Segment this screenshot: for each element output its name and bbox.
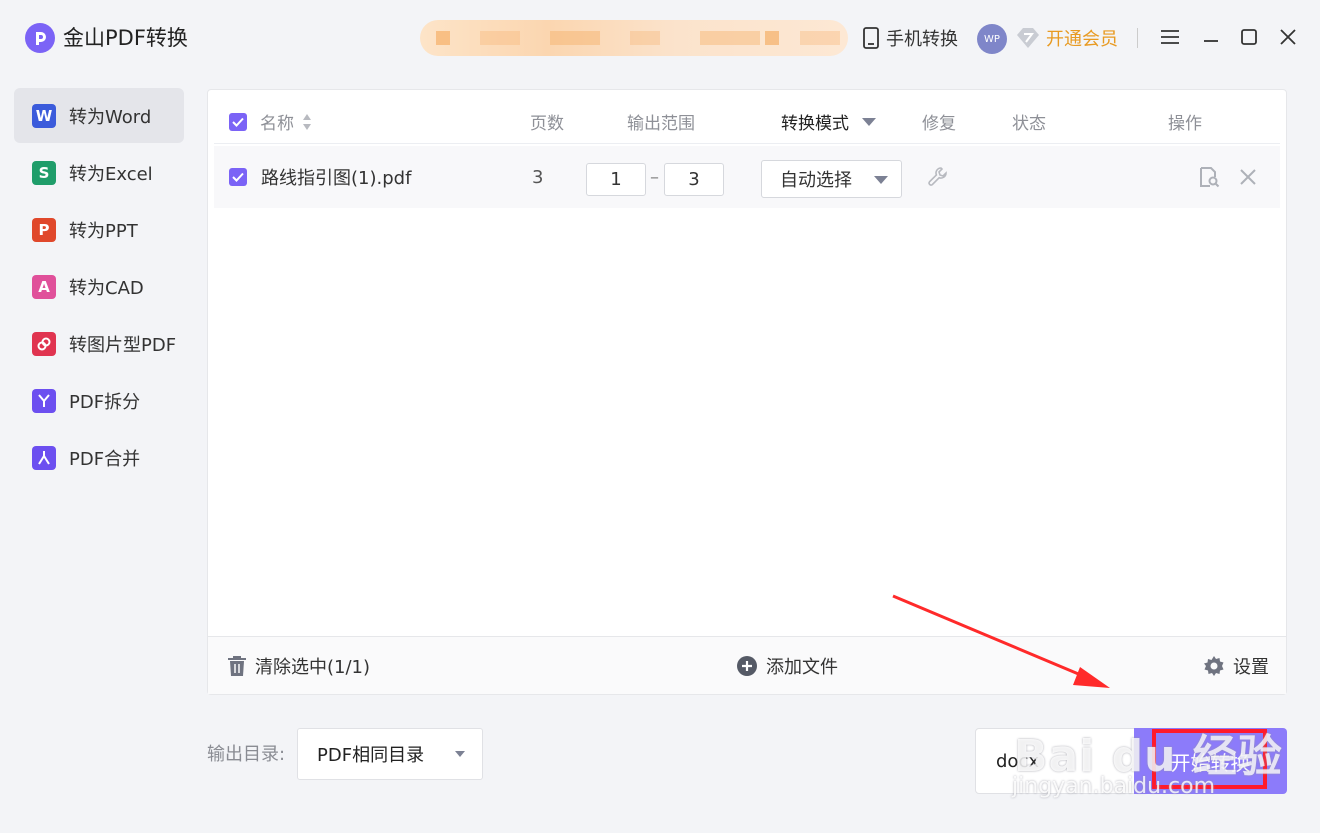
sidebar-item-ppt[interactable]: P 转为PPT	[14, 202, 184, 257]
sidebar-item-label: PDF合并	[69, 448, 141, 470]
sort-icon	[303, 113, 311, 130]
settings-button[interactable]: 设置	[1203, 637, 1269, 695]
title-bar: 金山PDF转换 手机转换 WP 开通会员	[0, 0, 1320, 76]
range-dash: –	[650, 166, 659, 188]
divider	[1137, 28, 1138, 48]
remove-icon[interactable]	[1239, 146, 1257, 208]
file-name: 路线指引图(1).pdf	[261, 168, 412, 189]
format-select[interactable]: docx	[975, 728, 1135, 794]
promo-banner[interactable]	[420, 20, 848, 56]
phone-convert-button[interactable]: 手机转换	[862, 24, 958, 52]
output-dir-label: 输出目录:	[207, 744, 286, 765]
chevron-down-icon	[455, 751, 465, 757]
sidebar-item-cad[interactable]: A 转为CAD	[14, 259, 184, 314]
settings-label: 设置	[1233, 657, 1269, 678]
select-all-checkbox[interactable]	[229, 100, 247, 143]
merge-icon	[32, 445, 56, 470]
menu-icon[interactable]	[1159, 26, 1181, 48]
sidebar-item-merge[interactable]: PDF合并	[14, 430, 184, 485]
range-to-input[interactable]: 3	[664, 163, 724, 196]
trash-icon	[228, 656, 246, 676]
mode-select-value: 自动选择	[780, 170, 852, 191]
gear-icon	[1204, 656, 1224, 676]
close-icon[interactable]	[1277, 26, 1299, 48]
plus-circle-icon	[737, 656, 757, 676]
column-repair: 修复	[922, 114, 956, 134]
column-range: 输出范围	[627, 114, 695, 134]
phone-icon	[863, 27, 879, 49]
chevron-down-icon	[862, 117, 876, 126]
sidebar-item-label: 转图片型PDF	[69, 334, 177, 356]
image-pdf-icon	[32, 331, 56, 356]
column-name[interactable]: 名称	[260, 100, 312, 143]
column-action: 操作	[1168, 114, 1202, 134]
file-list-panel: 名称 页数 输出范围 转换模式 修复 状态 操作 路线指引图(1).pdf 3 …	[207, 89, 1287, 695]
sidebar-item-image-pdf[interactable]: 转图片型PDF	[14, 316, 184, 371]
app-logo-icon	[25, 23, 55, 53]
maximize-icon[interactable]	[1238, 26, 1260, 48]
sidebar-item-label: PDF拆分	[69, 391, 141, 413]
highlight-box	[1152, 729, 1267, 789]
mode-select[interactable]: 自动选择	[761, 160, 902, 198]
ppt-icon: P	[32, 217, 56, 242]
sidebar-item-label: 转为CAD	[69, 277, 144, 299]
sidebar-item-split[interactable]: PDF拆分	[14, 373, 184, 428]
vip-label: 开通会员	[1046, 29, 1118, 50]
range-from-input[interactable]: 1	[586, 163, 646, 196]
column-mode[interactable]: 转换模式	[781, 100, 877, 143]
wrench-icon[interactable]	[926, 146, 950, 208]
table-header: 名称 页数 输出范围 转换模式 修复 状态 操作	[214, 100, 1280, 144]
add-file-button[interactable]: 添加文件	[736, 637, 838, 695]
output-dir-value: PDF相同目录	[317, 745, 425, 766]
vip-icon	[1017, 28, 1039, 48]
row-checkbox[interactable]	[229, 146, 247, 208]
split-icon	[32, 388, 56, 413]
avatar[interactable]: WP	[977, 24, 1007, 54]
chevron-down-icon	[874, 176, 888, 184]
minimize-icon[interactable]	[1200, 26, 1222, 48]
phone-convert-label: 手机转换	[886, 29, 958, 50]
clear-selected-label: 清除选中(1/1)	[255, 657, 371, 678]
column-pages: 页数	[530, 114, 564, 134]
column-name-label: 名称	[260, 114, 294, 134]
sidebar-item-excel[interactable]: S 转为Excel	[14, 145, 184, 200]
sidebar-item-label: 转为Word	[69, 106, 152, 128]
excel-icon: S	[32, 160, 56, 185]
table-row[interactable]: 路线指引图(1).pdf 3 1 – 3 自动选择	[214, 146, 1280, 208]
output-dir-select[interactable]: PDF相同目录	[297, 728, 483, 780]
column-mode-label: 转换模式	[781, 114, 849, 134]
sidebar-item-label: 转为PPT	[69, 220, 138, 242]
vip-button[interactable]: 开通会员	[1016, 24, 1118, 52]
app-title: 金山PDF转换	[63, 26, 188, 50]
page-count: 3	[532, 166, 544, 188]
add-file-label: 添加文件	[766, 657, 838, 678]
sidebar-item-label: 转为Excel	[69, 163, 153, 185]
sidebar: W 转为Word S 转为Excel P 转为PPT A 转为CAD 转图片型P…	[14, 88, 184, 487]
sidebar-item-word[interactable]: W 转为Word	[14, 88, 184, 143]
preview-icon[interactable]	[1198, 146, 1220, 208]
word-icon: W	[32, 103, 56, 128]
clear-selected-button[interactable]: 清除选中(1/1)	[227, 637, 370, 695]
column-status: 状态	[1012, 114, 1046, 134]
cad-icon: A	[32, 274, 56, 299]
panel-footer: 清除选中(1/1) 添加文件 设置	[208, 636, 1286, 694]
